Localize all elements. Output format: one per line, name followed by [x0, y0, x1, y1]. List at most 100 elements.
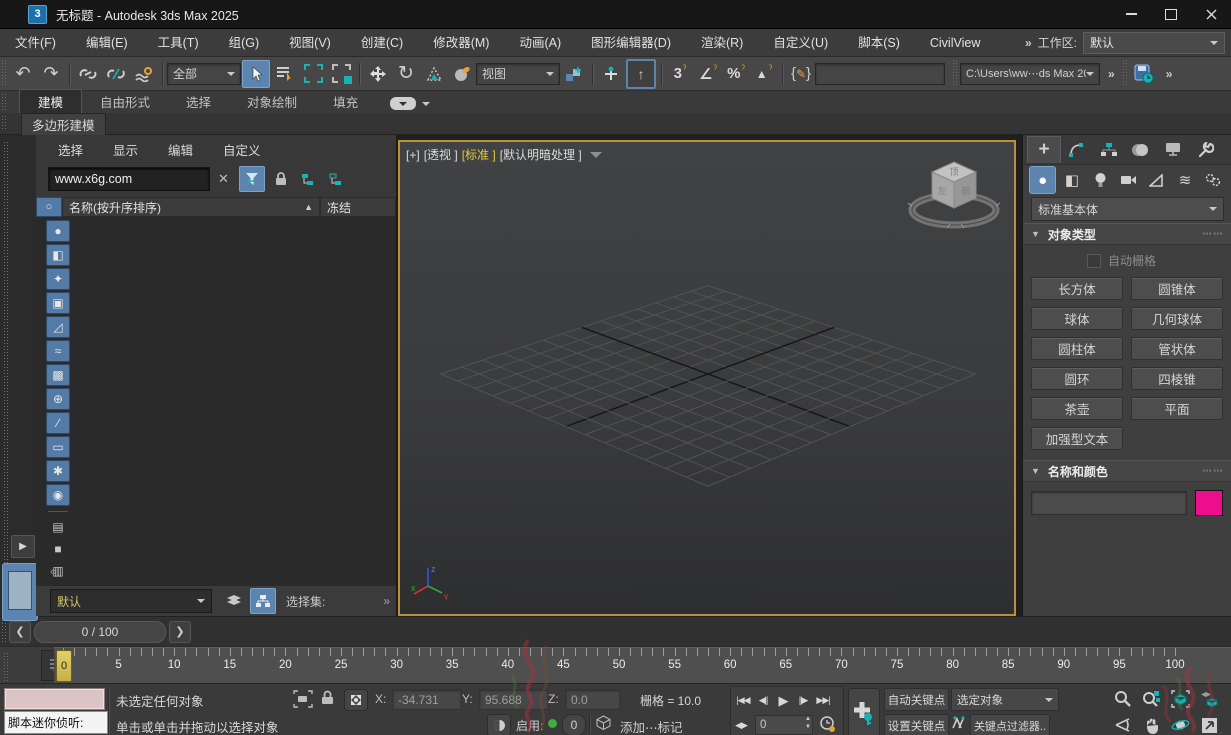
- rollout-name-color[interactable]: ▼ 名称和颜色 ⋯⋯: [1023, 460, 1231, 482]
- key-filters-button[interactable]: 关键点过滤器..: [970, 714, 1050, 735]
- next-frame-button[interactable]: ||▶: [793, 689, 813, 712]
- display-list-1-icon[interactable]: ▤: [47, 517, 69, 537]
- maxscript-mini-listener[interactable]: 脚本迷你侦听:: [4, 711, 108, 734]
- window-crossing-button[interactable]: [328, 61, 354, 87]
- spinner-snap-toggle[interactable]: ▲ ˀ: [751, 61, 777, 87]
- zoom-extents-all-button[interactable]: [1195, 686, 1224, 712]
- ribbon-minimize-button[interactable]: [390, 97, 417, 110]
- trackbar-grip[interactable]: [2, 620, 7, 643]
- display-shapes-icon[interactable]: ◧: [46, 244, 70, 266]
- macro-recorder-pane[interactable]: [4, 688, 105, 710]
- menu-item[interactable]: 自定义(U): [758, 30, 843, 56]
- display-cameras-icon[interactable]: ▣: [46, 292, 70, 314]
- go-to-start-button[interactable]: |◀◀: [733, 689, 753, 712]
- explorer-search-input[interactable]: [48, 167, 210, 191]
- viewcube[interactable]: 顶 左 前: [906, 152, 1002, 236]
- viewport-menu-pov[interactable]: [透视 ]: [424, 146, 458, 163]
- menu-item[interactable]: 视图(V): [274, 30, 346, 56]
- viewport-filter-icon[interactable]: [589, 151, 602, 164]
- category-helpers-icon[interactable]: [1144, 167, 1169, 193]
- minimize-button[interactable]: [1111, 1, 1151, 28]
- primitive-button[interactable]: 圆锥体: [1131, 277, 1223, 300]
- time-tag-cube-icon[interactable]: [596, 715, 611, 730]
- primitive-button[interactable]: 平面: [1131, 397, 1223, 420]
- toolbar-overflow-chevron[interactable]: »: [1100, 67, 1121, 81]
- set-keys-button[interactable]: [848, 688, 880, 735]
- menu-item[interactable]: 修改器(M): [418, 30, 504, 56]
- tab-utilities[interactable]: [1189, 137, 1221, 163]
- toolbar-grip[interactable]: [2, 60, 7, 87]
- frame-indicator[interactable]: 0 / 100: [34, 620, 166, 643]
- go-to-end-button[interactable]: ▶▶|: [813, 689, 833, 712]
- snaps-toggle-3d[interactable]: 3ˀ: [667, 61, 693, 87]
- undo-button[interactable]: ↶: [10, 61, 36, 87]
- zoom-all-button[interactable]: [1137, 686, 1166, 712]
- display-containers-icon[interactable]: ▭: [46, 436, 70, 458]
- lock-icon[interactable]: [269, 167, 293, 191]
- tab-display[interactable]: [1157, 137, 1189, 163]
- primitive-button[interactable]: 圆环: [1031, 367, 1123, 390]
- ribbon-grip[interactable]: [2, 94, 7, 110]
- tab-hierarchy[interactable]: [1093, 137, 1125, 163]
- menu-item[interactable]: 创建(C): [346, 30, 418, 56]
- explorer-list-body[interactable]: ● ◧ ✦ ▣ ◿ ≈ ▩ ⊕ ∕ ▭ ✱ ◉ ▤ ■ ▥ «: [36, 217, 396, 586]
- display-lights-icon[interactable]: ✦: [46, 268, 70, 290]
- next-frame-arrow[interactable]: ❯: [169, 620, 191, 643]
- perspective-viewport[interactable]: [+] [透视 ] [标准 ] [默认明暗处理 ] 顶 左 前 x y z: [398, 140, 1016, 616]
- ribbon-tab[interactable]: 填充: [315, 90, 376, 113]
- y-coordinate-field[interactable]: 95.688: [479, 689, 549, 710]
- rectangular-selection-region-button[interactable]: [300, 61, 326, 87]
- timeline-ruler[interactable]: 5 10 15 20 25 30 35 40 45 50 55 60 65 70 75 80 85 90 95 100…: [54, 647, 1231, 684]
- select-and-manipulate-button[interactable]: [598, 61, 624, 87]
- autogrid-checkbox[interactable]: [1087, 253, 1101, 268]
- display-particles-icon[interactable]: ✱: [46, 460, 70, 482]
- rollout-object-type[interactable]: ▼ 对象类型 ⋯⋯: [1023, 223, 1231, 245]
- z-coordinate-field[interactable]: 0.0: [565, 689, 621, 710]
- primitive-button[interactable]: 四棱锥: [1131, 367, 1223, 390]
- chevron-down-icon[interactable]: [422, 101, 431, 110]
- primitive-category-combo[interactable]: 标准基本体: [1031, 197, 1224, 221]
- primitive-button[interactable]: 加强型文本: [1031, 427, 1123, 450]
- primitive-button[interactable]: 长方体: [1031, 277, 1123, 300]
- toolbar-grip-2[interactable]: [953, 60, 958, 87]
- field-of-view-button[interactable]: [1108, 712, 1137, 735]
- footer-overflow-chevron[interactable]: »: [383, 594, 390, 608]
- layer-explorer-icon[interactable]: [222, 589, 246, 613]
- menu-item[interactable]: 图形编辑器(D): [576, 30, 686, 56]
- edit-named-selection-sets-button[interactable]: {✎}: [788, 61, 814, 87]
- set-key-button[interactable]: 设置关键点: [884, 714, 949, 735]
- key-mode-toggle[interactable]: ◀▶: [731, 714, 751, 735]
- primitive-button[interactable]: 几何球体: [1131, 307, 1223, 330]
- zoom-extents-button[interactable]: [1166, 686, 1195, 712]
- display-spacewarps-icon[interactable]: ≈: [46, 340, 70, 362]
- menu-item[interactable]: CivilView: [915, 30, 995, 56]
- object-color-swatch[interactable]: [1195, 490, 1223, 516]
- redo-button[interactable]: ↷: [38, 61, 64, 87]
- ribbon-subtab-polymodeling[interactable]: 多边形建模: [21, 112, 106, 135]
- ribbon2-grip[interactable]: [2, 116, 7, 130]
- absolute-mode-toggle[interactable]: [344, 689, 368, 711]
- explorer-menu-item[interactable]: 编辑: [168, 140, 193, 159]
- expand-panel-button[interactable]: ▶: [11, 535, 35, 558]
- ribbon-tab[interactable]: 建模: [19, 89, 83, 113]
- category-geometry-icon[interactable]: ●: [1029, 166, 1057, 194]
- display-list-2-icon[interactable]: ■: [47, 539, 69, 559]
- search-filter-button[interactable]: [238, 166, 265, 192]
- select-object-button[interactable]: [242, 59, 270, 88]
- angle-snap-toggle[interactable]: ∠ ˀ: [695, 61, 721, 87]
- display-bones-icon[interactable]: ∕: [46, 412, 70, 434]
- object-name-field[interactable]: [1031, 491, 1187, 515]
- time-slider-handle[interactable]: 0: [56, 650, 72, 682]
- zoom-button[interactable]: [1108, 686, 1137, 712]
- menu-item[interactable]: 编辑(E): [71, 30, 143, 56]
- explorer-menu-item[interactable]: 选择: [58, 140, 83, 159]
- resize-grip-icon[interactable]: ⋱: [1220, 731, 1228, 735]
- column-header-name[interactable]: 名称(按升序排序) ▲: [62, 197, 320, 217]
- viewport-layout-tab[interactable]: [2, 563, 38, 621]
- display-groups-icon[interactable]: ▩: [46, 364, 70, 386]
- play-button[interactable]: ▶: [773, 689, 793, 712]
- degradation-zero-button[interactable]: 0: [562, 714, 586, 735]
- header-type-icon[interactable]: ○: [36, 197, 62, 217]
- leftdock-grip[interactable]: [4, 142, 9, 614]
- expand-hierarchy-icon[interactable]: [297, 167, 321, 191]
